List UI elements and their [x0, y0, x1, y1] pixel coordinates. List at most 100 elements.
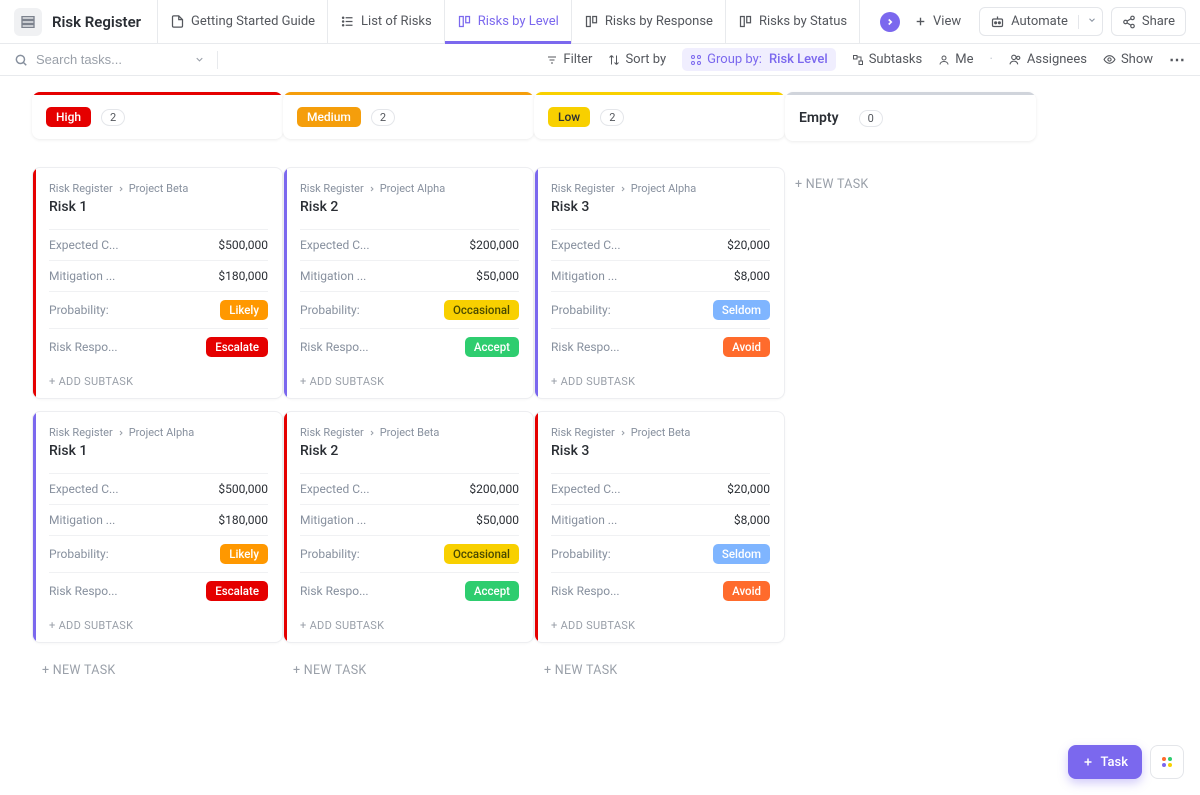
crumb-root: Risk Register	[49, 426, 113, 439]
task-card[interactable]: Risk Register Project Alpha Risk 1 Expec…	[32, 411, 283, 643]
new-task-button[interactable]: + NEW TASK	[785, 169, 1036, 200]
field-label-expected: Expected C...	[551, 482, 621, 496]
new-task-fab[interactable]: Task	[1068, 745, 1142, 779]
group-by-button[interactable]: Group by: Risk Level	[682, 48, 836, 71]
tab-risks-by-status[interactable]: Risks by Status	[725, 0, 859, 44]
topbar: Risk Register Getting Started GuideList …	[0, 0, 1200, 44]
column-low: Low 2 Risk Register Project Alpha Risk 3…	[534, 92, 785, 686]
task-card[interactable]: Risk Register Project Alpha Risk 2 Expec…	[283, 167, 534, 399]
new-task-button[interactable]: + NEW TASK	[534, 655, 785, 686]
card-title: Risk 1	[49, 443, 268, 459]
column-header[interactable]: Empty 0	[785, 92, 1036, 141]
board-icon	[584, 14, 599, 29]
task-card[interactable]: Risk Register Project Beta Risk 3 Expect…	[534, 411, 785, 643]
breadcrumb[interactable]: Risk Register Project Beta	[551, 426, 770, 439]
probability-tag[interactable]: Occasional	[444, 300, 519, 320]
tab-label: Risks by Response	[605, 14, 713, 29]
card-title: Risk 2	[300, 199, 519, 215]
tab-list-of-risks[interactable]: List of Risks	[327, 0, 444, 44]
chevron-right-icon	[117, 429, 125, 437]
probability-tag[interactable]: Seldom	[713, 544, 770, 564]
breadcrumb[interactable]: Risk Register Project Alpha	[300, 182, 519, 195]
tab-getting-started-guide[interactable]: Getting Started Guide	[157, 0, 327, 44]
add-subtask-button[interactable]: + ADD SUBTASK	[33, 609, 282, 642]
column-header[interactable]: Medium 2	[283, 92, 534, 139]
column-count: 2	[101, 109, 125, 126]
breadcrumb[interactable]: Risk Register Project Alpha	[551, 182, 770, 195]
filter-button[interactable]: Filter	[546, 52, 592, 67]
subtasks-icon	[852, 54, 864, 66]
card-title: Risk 3	[551, 199, 770, 215]
response-tag[interactable]: Escalate	[206, 337, 268, 357]
automate-button[interactable]: Automate	[979, 7, 1103, 36]
response-tag[interactable]: Accept	[465, 337, 519, 357]
search-dropdown-icon[interactable]	[194, 54, 205, 65]
response-tag[interactable]: Avoid	[723, 581, 770, 601]
tab-costs-of[interactable]: Costs of	[859, 0, 872, 44]
view-tabs: Getting Started Guide List of Risks Risks …	[157, 0, 872, 44]
doc-icon	[170, 14, 185, 29]
tab-risks-by-response[interactable]: Risks by Response	[571, 0, 725, 44]
field-label-response: Risk Respo...	[49, 340, 118, 354]
tab-label: List of Risks	[361, 14, 432, 29]
automate-label: Automate	[1011, 14, 1068, 29]
list-icon	[340, 14, 355, 29]
column-header[interactable]: Low 2	[534, 92, 785, 139]
card-stripe	[535, 168, 538, 398]
column-label: High	[46, 107, 91, 127]
group-icon	[690, 54, 702, 66]
me-button[interactable]: Me	[938, 52, 973, 67]
task-card[interactable]: Risk Register Project Alpha Risk 3 Expec…	[534, 167, 785, 399]
more-tabs-button[interactable]	[880, 12, 900, 32]
field-value-mitigation: $50,000	[476, 513, 519, 527]
field-label-expected: Expected C...	[551, 238, 621, 252]
apps-fab[interactable]	[1150, 745, 1184, 779]
search-input[interactable]	[36, 52, 176, 67]
breadcrumb[interactable]: Risk Register Project Alpha	[49, 426, 268, 439]
share-button[interactable]: Share	[1111, 7, 1186, 36]
add-view-button[interactable]: View	[904, 8, 971, 35]
sort-button[interactable]: Sort by	[608, 52, 666, 67]
field-label-response: Risk Respo...	[300, 340, 369, 354]
show-button[interactable]: Show	[1103, 52, 1153, 67]
probability-tag[interactable]: Likely	[220, 544, 268, 564]
add-subtask-button[interactable]: + ADD SUBTASK	[33, 365, 282, 398]
crumb-root: Risk Register	[551, 182, 615, 195]
toolbar: Filter Sort by Group by: Risk Level Subt…	[0, 44, 1200, 76]
probability-tag[interactable]: Likely	[220, 300, 268, 320]
list-icon[interactable]	[14, 8, 42, 36]
add-subtask-button[interactable]: + ADD SUBTASK	[535, 609, 784, 642]
add-view-label: View	[933, 14, 961, 29]
field-value-expected: $200,000	[469, 482, 519, 496]
column-header[interactable]: High 2	[32, 92, 283, 139]
more-menu-button[interactable]: ⋯	[1169, 50, 1186, 69]
response-tag[interactable]: Accept	[465, 581, 519, 601]
subtasks-button[interactable]: Subtasks	[852, 52, 923, 67]
fab-wrap: Task	[1068, 745, 1184, 779]
field-label-expected: Expected C...	[49, 238, 119, 252]
response-tag[interactable]: Avoid	[723, 337, 770, 357]
grid-icon	[1162, 757, 1172, 767]
crumb-root: Risk Register	[551, 426, 615, 439]
show-label: Show	[1121, 52, 1153, 67]
breadcrumb[interactable]: Risk Register Project Beta	[300, 426, 519, 439]
new-task-button[interactable]: + NEW TASK	[283, 655, 534, 686]
add-subtask-button[interactable]: + ADD SUBTASK	[284, 365, 533, 398]
chevron-down-icon[interactable]	[1078, 15, 1092, 29]
assignees-button[interactable]: Assignees	[1009, 52, 1087, 67]
search-icon[interactable]	[14, 53, 28, 67]
new-task-button[interactable]: + NEW TASK	[32, 655, 283, 686]
probability-tag[interactable]: Occasional	[444, 544, 519, 564]
task-card[interactable]: Risk Register Project Beta Risk 1 Expect…	[32, 167, 283, 399]
probability-tag[interactable]: Seldom	[713, 300, 770, 320]
me-label: Me	[955, 52, 973, 67]
breadcrumb[interactable]: Risk Register Project Beta	[49, 182, 268, 195]
field-label-mitigation: Mitigation ...	[300, 269, 366, 283]
field-label-probability: Probability:	[49, 547, 109, 561]
response-tag[interactable]: Escalate	[206, 581, 268, 601]
task-card[interactable]: Risk Register Project Beta Risk 2 Expect…	[283, 411, 534, 643]
field-value-mitigation: $50,000	[476, 269, 519, 283]
add-subtask-button[interactable]: + ADD SUBTASK	[535, 365, 784, 398]
tab-risks-by-level[interactable]: Risks by Level	[444, 0, 571, 44]
add-subtask-button[interactable]: + ADD SUBTASK	[284, 609, 533, 642]
